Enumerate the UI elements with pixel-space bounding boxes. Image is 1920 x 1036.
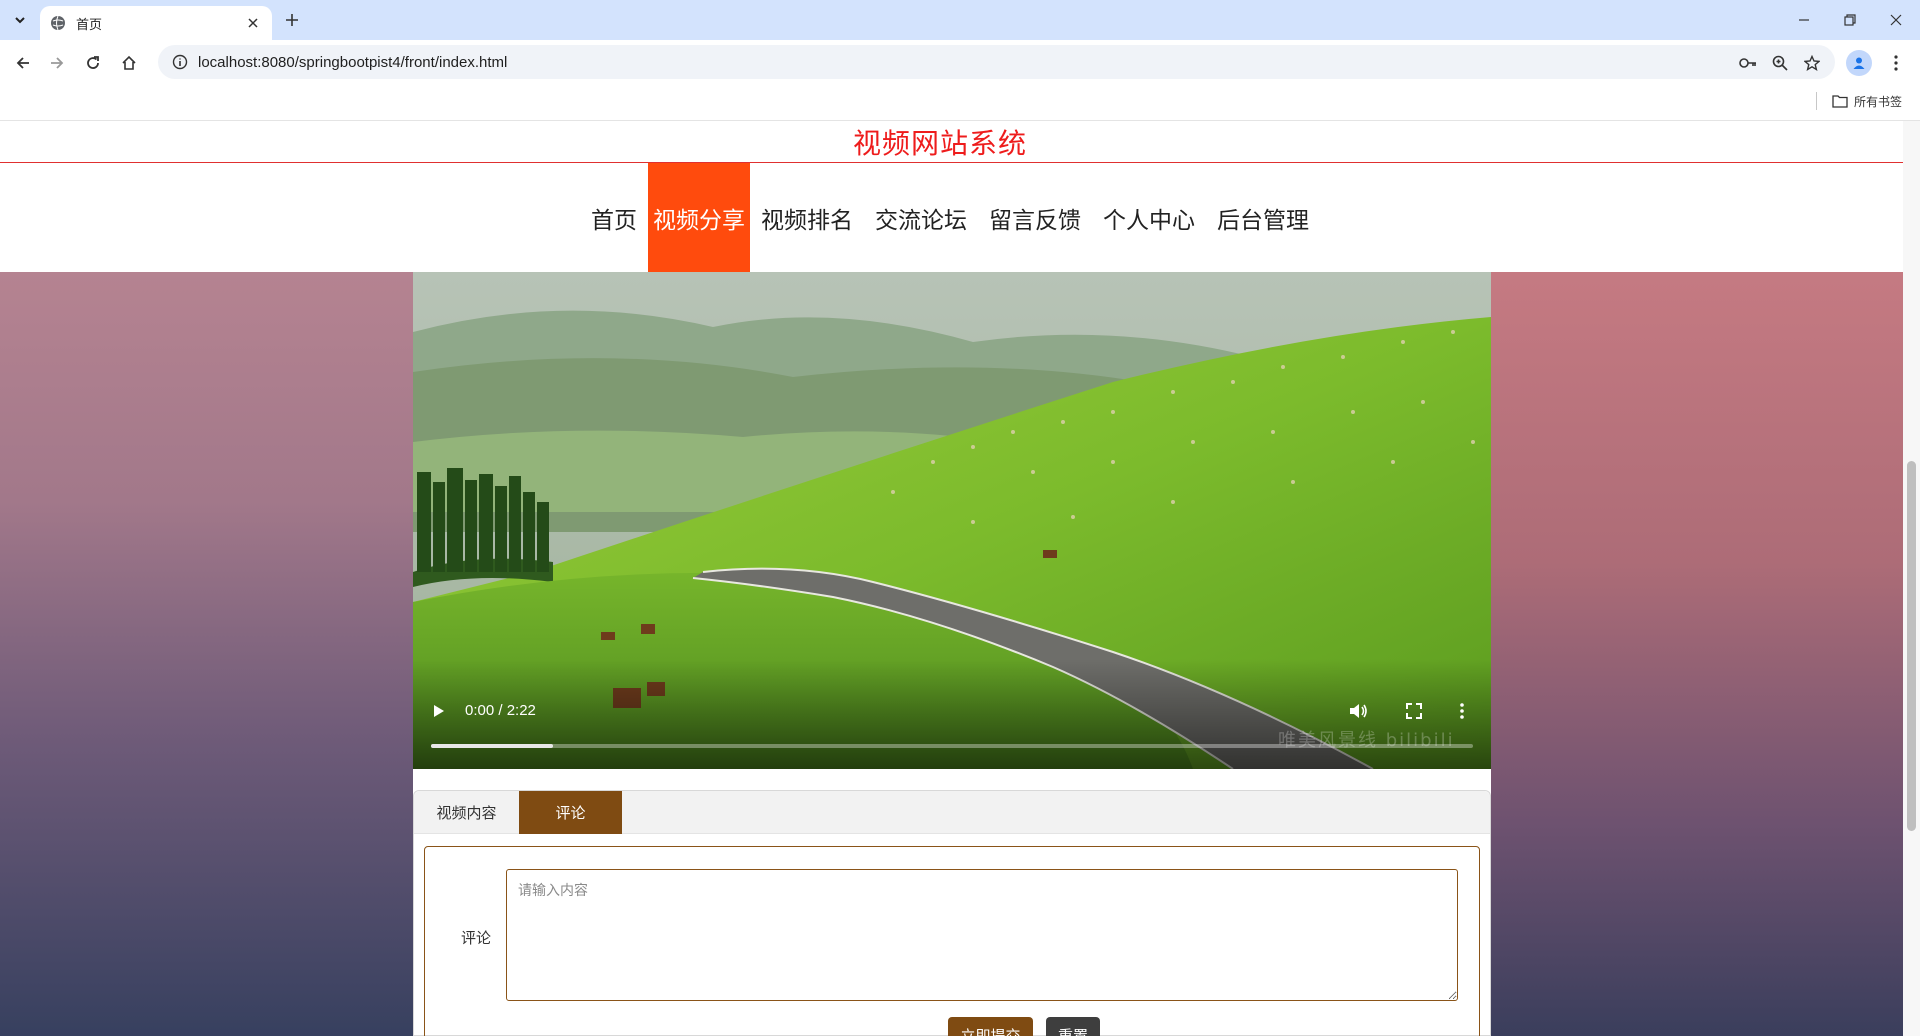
tab-video-content[interactable]: 视频内容 [414, 791, 519, 834]
nav-item-video-ranking[interactable]: 视频排名 [750, 163, 864, 272]
nav-item-admin[interactable]: 后台管理 [1206, 163, 1320, 272]
video-watermark: 唯美风景线 bilibili [1278, 730, 1455, 751]
home-icon[interactable] [114, 48, 144, 78]
nav-item-personal-center[interactable]: 个人中心 [1092, 163, 1206, 272]
bookmarks-separator [1816, 92, 1817, 110]
password-key-icon[interactable] [1735, 50, 1761, 76]
video-buffered-fill [431, 744, 553, 748]
close-icon[interactable] [244, 14, 262, 32]
page-viewport: 视频网站系统 首页 视频分享 视频排名 交流论坛 留言反馈 个人中心 后台管理 [0, 121, 1903, 1036]
nav-item-home[interactable]: 首页 [580, 163, 648, 272]
forward-icon[interactable] [42, 48, 72, 78]
tab-comments[interactable]: 评论 [519, 791, 622, 834]
submit-button[interactable]: 立即提交 [948, 1017, 1033, 1036]
scrollbar-thumb[interactable] [1907, 461, 1916, 831]
video-controls [413, 659, 1491, 769]
address-bar[interactable]: localhost:8080/springbootpist4/front/ind… [158, 45, 1835, 79]
profile-icon[interactable] [1846, 50, 1872, 76]
nav-item-feedback[interactable]: 留言反馈 [978, 163, 1092, 272]
page-scrollbar[interactable] [1903, 121, 1920, 1036]
reset-button[interactable]: 重置 [1046, 1017, 1100, 1036]
tabs-header: 视频内容 评论 [414, 791, 1490, 834]
video-player[interactable]: 唯美风景线 bilibili 0:00 / 2:22 [413, 272, 1491, 769]
tab-title: 首页 [76, 17, 103, 33]
reload-icon[interactable] [78, 48, 108, 78]
back-icon[interactable] [8, 48, 38, 78]
more-vert-icon[interactable] [1886, 50, 1906, 76]
star-icon[interactable] [1799, 50, 1825, 76]
all-bookmarks-label: 所有书签 [1854, 94, 1903, 109]
info-icon[interactable] [170, 52, 190, 72]
site-header: 视频网站系统 [0, 121, 1903, 163]
volume-icon[interactable] [1347, 700, 1369, 722]
browser-tab-strip: 首页 [0, 0, 1920, 40]
comment-form: 评论 立即提交 重置 [424, 846, 1480, 1036]
nav-item-video-share[interactable]: 视频分享 [648, 163, 750, 272]
folder-icon [1832, 95, 1848, 108]
more-vert-icon[interactable] [1455, 700, 1469, 722]
zoom-icon[interactable] [1767, 50, 1793, 76]
close-icon[interactable] [1872, 0, 1920, 40]
main-content: 唯美风景线 bilibili 0:00 / 2:22 视频内容 评论 评论 请输… [413, 272, 1491, 1036]
comment-textarea[interactable] [506, 869, 1458, 1001]
video-progress-bar[interactable] [431, 744, 1473, 748]
nav-list: 首页 视频分享 视频排名 交流论坛 留言反馈 个人中心 后台管理 [580, 163, 1320, 272]
main-nav: 首页 视频分享 视频排名 交流论坛 留言反馈 个人中心 后台管理 [0, 163, 1903, 272]
play-icon[interactable] [429, 701, 449, 721]
detail-tabs-panel: 视频内容 评论 评论 立即提交 重置 [413, 790, 1491, 1036]
plus-icon[interactable] [280, 8, 304, 32]
fullscreen-icon[interactable] [1403, 700, 1425, 722]
tab-search-icon[interactable] [8, 8, 32, 32]
site-title: 视频网站系统 [852, 127, 1027, 160]
video-time: 0:00 / 2:22 [465, 702, 536, 719]
nav-item-forum[interactable]: 交流论坛 [864, 163, 978, 272]
minimize-icon[interactable] [1780, 0, 1828, 40]
browser-tab[interactable]: 首页 [40, 6, 272, 40]
restore-icon[interactable] [1826, 0, 1874, 40]
url-text: localhost:8080/springbootpist4/front/ind… [198, 53, 508, 71]
all-bookmarks-button[interactable]: 所有书签 [1832, 90, 1902, 112]
globe-icon [50, 15, 66, 31]
comment-label: 评论 [461, 929, 492, 947]
